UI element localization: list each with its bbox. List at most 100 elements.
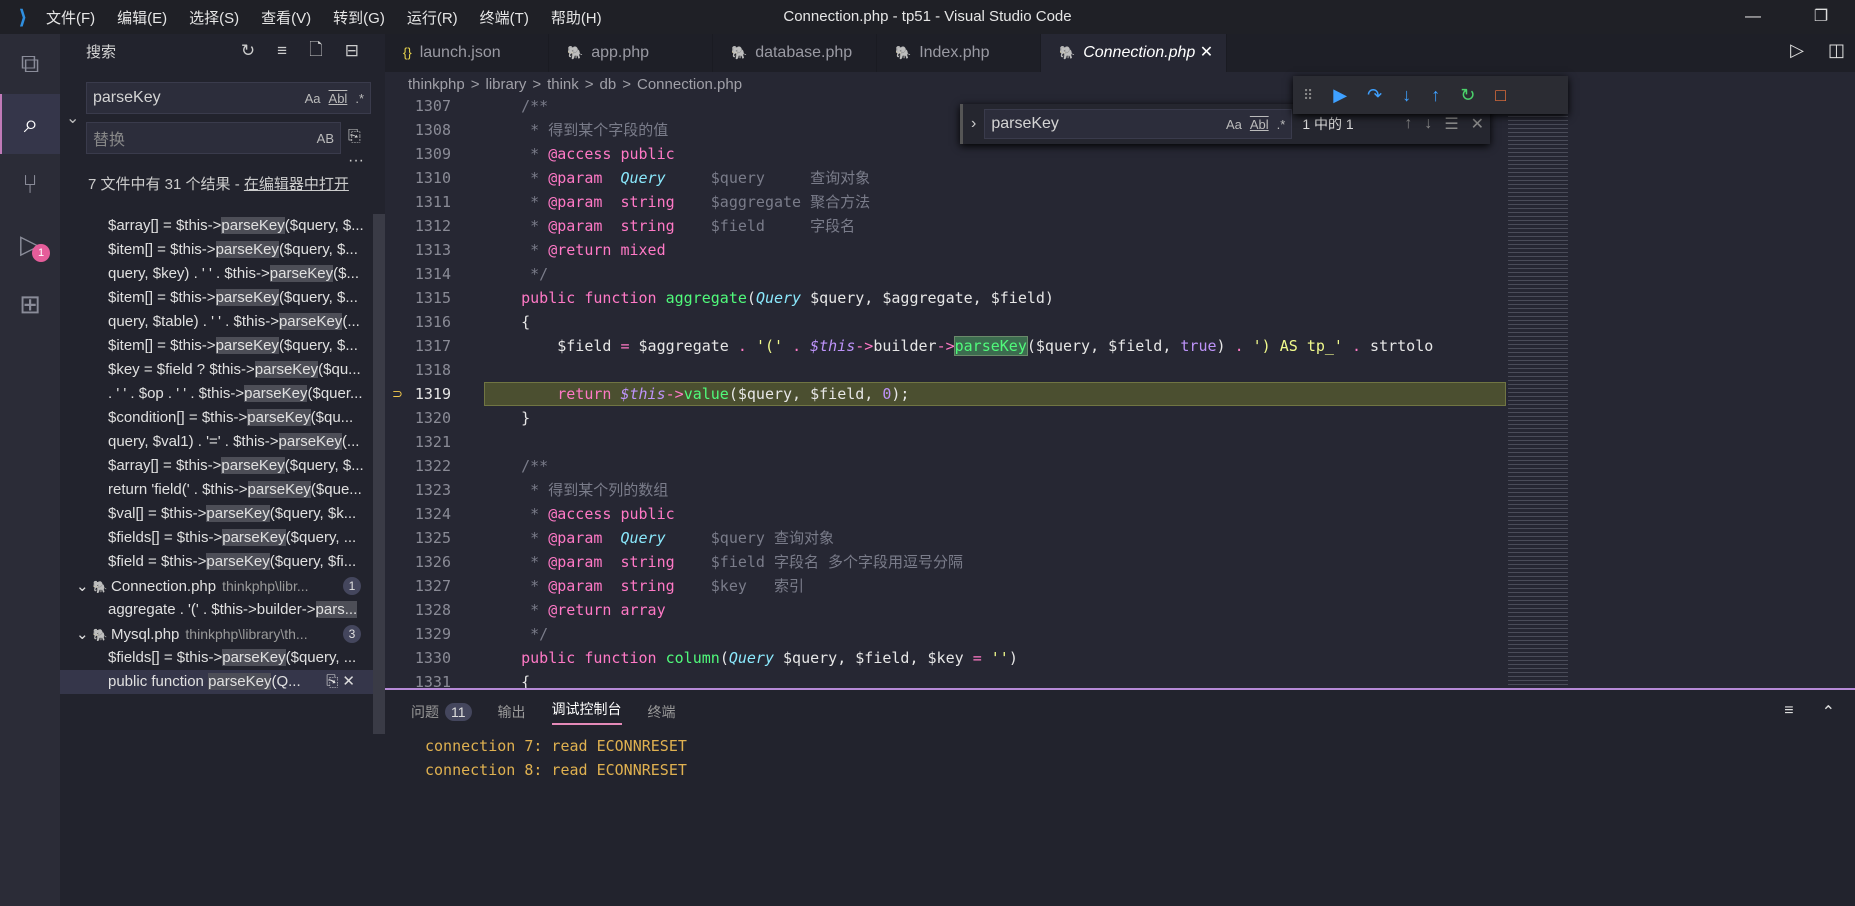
drag-handle-icon[interactable]: ⠿ [1303,87,1313,104]
match-result[interactable]: query, $key) . ' ' . $this->parseKey($..… [60,262,373,286]
file-result[interactable]: ⌄ 🐘 Connection.php thinkphp\libr... 1 [60,574,373,598]
find-value[interactable]: parseKey [991,115,1218,133]
match-result[interactable]: . ' ' . $op . ' ' . $this->parseKey($que… [60,382,373,406]
toggle-replace-chevron-icon[interactable]: ⌄ [66,108,79,128]
replace-input[interactable]: 替换 AB [86,122,341,154]
clear-results-icon[interactable]: ≡ [277,41,287,61]
menu-item[interactable]: 帮助(H) [551,10,602,27]
breadcrumb-item[interactable]: thinkphp [408,76,465,93]
code-line[interactable]: */ [485,262,1505,286]
panel-tab[interactable]: 输出 [498,702,526,722]
sidebar-scrollbar[interactable] [373,214,385,734]
panel-tab[interactable]: 调试控制台 [551,699,622,725]
step-out-icon[interactable]: ↑ [1431,85,1440,106]
breadcrumb-item[interactable]: think [547,76,579,93]
panel-tab[interactable]: 问题 11 [411,702,472,722]
code-line[interactable]: * @param string $field 字段名 多个字段用逗号分隔 [485,550,1505,574]
find-match-case[interactable]: Aa [1226,117,1242,132]
match-result[interactable]: $array[] = $this->parseKey($query, $... [60,454,373,478]
code-line[interactable]: * @param string $key 索引 [485,574,1505,598]
match-result[interactable]: $item[] = $this->parseKey($query, $... [60,286,373,310]
menu-item[interactable]: 转到(G) [333,10,385,27]
breadcrumb-item[interactable]: db [600,76,617,93]
code-line[interactable]: */ [485,622,1505,646]
code-line[interactable]: * @return mixed [485,238,1505,262]
clear-console-icon[interactable]: ≡ [1784,702,1793,722]
find-regex[interactable]: .* [1277,117,1286,132]
tab-index-php[interactable]: 🐘 Index.php [877,34,1041,72]
match-result[interactable]: query, $val1) . '=' . $this->parseKey(..… [60,430,373,454]
match-result[interactable]: query, $table) . ' ' . $this->parseKey(.… [60,310,373,334]
close-tab-icon[interactable]: ✕ [1195,44,1213,61]
code-line[interactable]: * @param string $aggregate 聚合方法 [485,190,1505,214]
collapse-all-icon[interactable]: ⊟ [345,41,359,61]
search-icon[interactable]: ⌕ [0,94,60,154]
search-input-value[interactable]: parseKey [93,89,297,107]
match-result[interactable]: $item[] = $this->parseKey($query, $... [60,334,373,358]
match-result[interactable]: $key = $field ? $this->parseKey($qu... [60,358,373,382]
match-result[interactable]: $fields[] = $this->parseKey($query, ... [60,526,373,550]
panel-tab[interactable]: 终端 [648,702,676,722]
replace-all-icon[interactable]: ⎘ [348,128,361,146]
tab-app-php[interactable]: 🐘 app.php [549,34,713,72]
next-match-icon[interactable]: ↓ [1424,115,1432,133]
code-line[interactable]: public function column(Query $query, $fi… [485,646,1505,670]
split-editor-icon[interactable]: ◫ [1828,40,1845,61]
menu-item[interactable]: 终端(T) [480,10,529,27]
menu-item[interactable]: 查看(V) [261,10,311,27]
replace-dismiss-actions[interactable]: ⎘ ✕ [326,670,355,694]
extensions-icon[interactable]: ⊞ [0,274,60,334]
more-options-icon[interactable]: ··· [348,152,364,170]
code-line[interactable]: } [485,406,1505,430]
search-input[interactable]: parseKey Aa Abl .* [86,82,371,114]
refresh-icon[interactable]: ↻ [241,41,255,61]
toggle-replace-icon[interactable]: › [971,115,976,133]
explorer-icon[interactable]: ⧉ [0,34,60,94]
open-in-editor-link[interactable]: 在编辑器中打开 [244,176,349,193]
source-control-icon[interactable]: ⑂ [0,154,60,214]
code-line[interactable]: $field = $aggregate . '(' . $this->build… [485,334,1505,358]
continue-icon[interactable]: ▶ [1333,85,1347,106]
close-find-icon[interactable]: ✕ [1471,114,1484,134]
menu-item[interactable]: 编辑(E) [117,10,167,27]
breadcrumb-item[interactable]: library [485,76,526,93]
menu-item[interactable]: 选择(S) [189,10,239,27]
find-whole-word[interactable]: Abl [1250,117,1269,132]
match-result[interactable]: $field = $this->parseKey($query, $fi... [60,550,373,574]
find-input[interactable]: parseKey Aa Abl .* [984,109,1293,139]
code-line[interactable]: /** [485,454,1505,478]
menu-item[interactable]: 文件(F) [46,10,95,27]
code-line[interactable]: * 得到某个列的数组 [485,478,1505,502]
code-line[interactable]: * @access public [485,142,1505,166]
match-result[interactable]: $condition[] = $this->parseKey($qu... [60,406,373,430]
file-result[interactable]: ⌄ 🐘 Mysql.php thinkphp\library\th... 3 [60,622,373,646]
minimize-icon[interactable]: — [1719,0,1787,34]
minimap[interactable] [1508,104,1568,688]
match-result[interactable]: $array[] = $this->parseKey($query, $... [60,214,373,238]
whole-word-toggle[interactable]: Abl [329,91,348,106]
run-debug-icon[interactable]: ▷ 1 [0,214,60,274]
step-over-icon[interactable]: ↷ [1367,85,1382,106]
code-line[interactable] [485,358,1505,382]
regex-toggle[interactable]: .* [355,91,364,106]
tab-launch-json[interactable]: {} launch.json [385,34,549,72]
match-result[interactable]: $item[] = $this->parseKey($query, $... [60,238,373,262]
match-result[interactable]: public function parseKey(Q... ⎘ ✕ [60,670,373,694]
code-line[interactable]: * @return array [485,598,1505,622]
match-result[interactable]: $fields[] = $this->parseKey($query, ... [60,646,373,670]
code-line[interactable]: * @access public [485,502,1505,526]
match-result[interactable]: $val[] = $this->parseKey($query, $k... [60,502,373,526]
code-line[interactable]: * @param Query $query 查询对象 [485,526,1505,550]
match-result[interactable]: return 'field(' . $this->parseKey($que..… [60,478,373,502]
step-into-icon[interactable]: ↓ [1402,85,1411,106]
menu-item[interactable]: 运行(R) [407,10,458,27]
code-line[interactable] [485,430,1505,454]
code-line[interactable]: { [485,310,1505,334]
chevron-down-icon[interactable]: ⌄ [76,626,93,643]
code-line[interactable]: return $this->value($query, $field, 0); [485,382,1505,406]
stop-icon[interactable]: □ [1495,85,1506,106]
maximize-panel-icon[interactable]: ⌃ [1822,702,1835,722]
new-search-editor-icon[interactable]: 🗋 [309,37,323,66]
restart-icon[interactable]: ↻ [1460,85,1475,106]
code-line[interactable]: public function aggregate(Query $query, … [485,286,1505,310]
